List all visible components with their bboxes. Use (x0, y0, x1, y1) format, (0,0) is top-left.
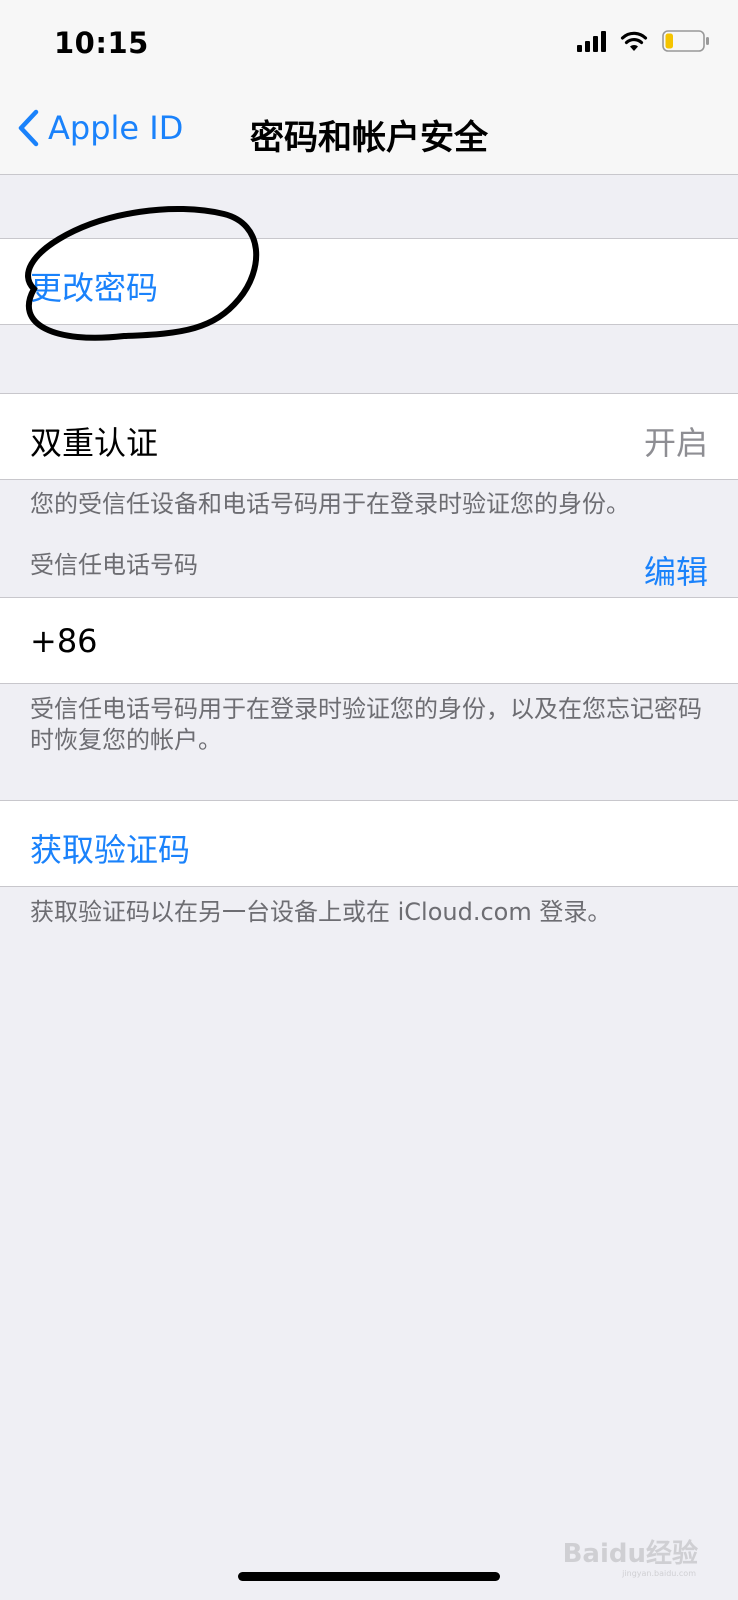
status-bar: 10:15 (0, 0, 738, 90)
trusted-phone-header-label: 受信任电话号码 (30, 551, 198, 579)
battery-icon (662, 30, 709, 52)
change-password-cell[interactable]: 更改密码 (0, 238, 738, 325)
trusted-phone-footnote: 受信任电话号码用于在登录时验证您的身份，以及在您忘记密码时恢复您的帐户。 (30, 695, 702, 754)
two-factor-footnote: 您的受信任设备和电话号码用于在登录时验证您的身份。 (30, 490, 630, 518)
baidu-watermark-url: jingyan.baidu.com (622, 1569, 696, 1578)
baidu-watermark: Baidu经验 (562, 1539, 698, 1569)
trusted-phone-header: 受信任电话号码 编辑 (0, 535, 738, 591)
status-time: 10:15 (54, 26, 149, 60)
two-factor-label: 双重认证 (30, 424, 159, 462)
two-factor-status: 开启 (643, 424, 708, 462)
get-code-label: 获取验证码 (30, 831, 191, 869)
status-icons (577, 30, 710, 52)
get-code-cell[interactable]: 获取验证码 (0, 800, 738, 887)
wifi-icon (620, 31, 648, 51)
get-code-footnote: 获取验证码以在另一台设备上或在 iCloud.com 登录。 (30, 898, 612, 926)
phone-redaction (104, 616, 324, 666)
edit-button[interactable]: 编辑 (644, 547, 708, 593)
page-title: 密码和帐户安全 (250, 118, 488, 158)
change-password-label: 更改密码 (30, 269, 159, 307)
two-factor-cell[interactable]: 双重认证 开启 (0, 393, 738, 480)
navigation-bar: Apple ID 密码和帐户安全 (0, 90, 738, 175)
home-indicator[interactable] (238, 1572, 500, 1581)
cellular-signal-icon (577, 30, 606, 52)
